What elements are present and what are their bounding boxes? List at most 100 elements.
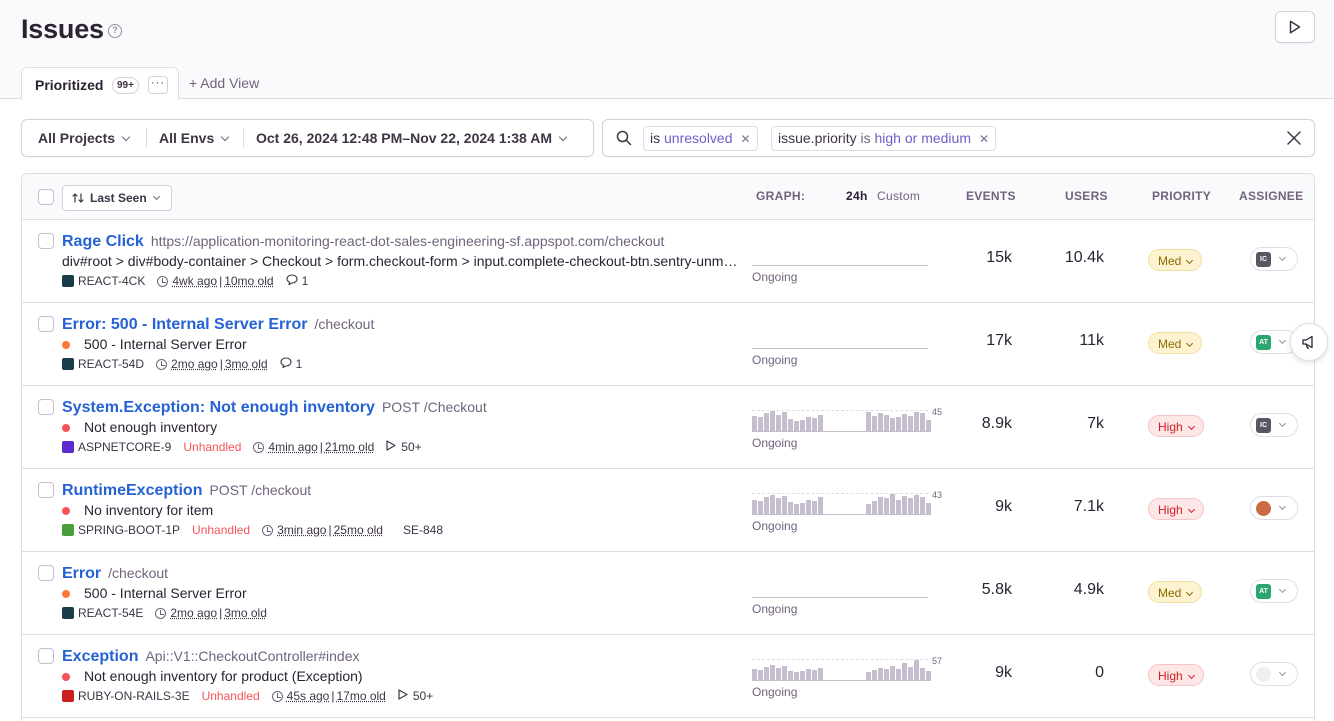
sort-dropdown[interactable]: Last Seen <box>62 185 172 211</box>
issue-title[interactable]: Error: 500 - Internal Server Error/check… <box>62 316 374 334</box>
issue-row[interactable]: System.Exception: Not enough inventory PO… <box>22 386 1314 469</box>
row-checkbox[interactable] <box>38 648 54 664</box>
graph-bar <box>920 668 925 681</box>
event-count[interactable]: 15k <box>952 249 1012 267</box>
first-seen[interactable]: 17mo old <box>336 689 385 703</box>
last-seen[interactable]: 2mo ago <box>170 606 217 620</box>
issue-row[interactable]: Rage Click https://application-monitoring… <box>22 220 1314 303</box>
remove-token-icon[interactable]: ✕ <box>741 132 751 146</box>
row-checkbox[interactable] <box>38 233 54 249</box>
row-checkbox[interactable] <box>38 565 54 581</box>
assignee-selector[interactable]: AT <box>1250 579 1298 603</box>
short-id[interactable]: REACT-54E <box>78 606 143 620</box>
issue-title-text[interactable]: Error <box>62 565 101 582</box>
issue-title-text[interactable]: Exception <box>62 648 138 665</box>
issue-row[interactable]: Error/checkout 500 - Internal Server Erro… <box>22 552 1314 635</box>
play-tour-button[interactable] <box>1275 11 1315 43</box>
issue-title[interactable]: Rage Click https://application-monitoring… <box>62 233 664 251</box>
last-seen[interactable]: 2mo ago <box>171 357 218 371</box>
priority-badge[interactable]: Med <box>1148 332 1202 354</box>
first-seen[interactable]: 10mo old <box>224 274 273 288</box>
issue-row[interactable]: Exception Api::V1::CheckoutController#ind… <box>22 635 1314 718</box>
short-id[interactable]: ASPNETCORE-9 <box>78 440 171 454</box>
environment-filter[interactable]: All Envs <box>159 120 228 156</box>
replay-count[interactable]: 50+ <box>401 440 421 454</box>
assignee-selector[interactable]: IC <box>1250 247 1298 271</box>
period-custom-option[interactable]: Custom <box>877 189 920 203</box>
issue-title-text[interactable]: RuntimeException <box>62 482 202 499</box>
first-seen[interactable]: 3mo old <box>224 606 267 620</box>
graph-bar <box>872 501 877 515</box>
assignee-selector[interactable] <box>1250 496 1298 520</box>
linked-issue[interactable]: SE-848 <box>403 523 443 537</box>
first-seen[interactable]: 25mo old <box>334 523 383 537</box>
comment-count[interactable]: 1 <box>296 357 303 371</box>
issue-row[interactable]: Error: 500 - Internal Server Error/check… <box>22 303 1314 386</box>
last-seen[interactable]: 4min ago <box>268 440 317 454</box>
first-seen[interactable]: 21mo old <box>325 440 374 454</box>
short-id[interactable]: REACT-54D <box>78 357 144 371</box>
user-count[interactable]: 7k <box>1044 415 1104 433</box>
search-token-priority[interactable]: issue.priority is high or medium ✕ <box>771 126 996 151</box>
issue-title-text[interactable]: System.Exception: Not enough inventory <box>62 399 375 416</box>
chevron-down-icon <box>153 193 160 200</box>
short-id[interactable]: RUBY-ON-RAILS-3E <box>78 689 190 703</box>
add-view-button[interactable]: + Add View <box>189 75 259 91</box>
search-input[interactable]: is unresolved ✕ issue.priority is high or… <box>602 119 1315 157</box>
priority-badge[interactable]: Med <box>1148 581 1202 603</box>
token-operator[interactable]: is <box>860 130 870 146</box>
priority-badge[interactable]: High <box>1148 664 1204 686</box>
issue-title-text[interactable]: Error: 500 - Internal Server Error <box>62 316 307 333</box>
row-checkbox[interactable] <box>38 482 54 498</box>
priority-badge[interactable]: High <box>1148 498 1204 520</box>
graph-bar <box>752 669 757 681</box>
first-seen[interactable]: 3mo old <box>225 357 268 371</box>
comment-count[interactable]: 1 <box>302 274 309 288</box>
help-icon[interactable]: ? <box>108 24 122 38</box>
user-count[interactable]: 4.9k <box>1044 581 1104 599</box>
graph-bar <box>806 669 811 681</box>
last-seen[interactable]: 45s ago <box>287 689 330 703</box>
graph-max-label: 57 <box>932 656 942 666</box>
issue-title[interactable]: Exception Api::V1::CheckoutController#ind… <box>62 648 359 666</box>
project-filter[interactable]: All Projects <box>38 120 129 156</box>
issue-title[interactable]: Error/checkout <box>62 565 168 583</box>
select-all-checkbox[interactable] <box>38 189 54 205</box>
issue-graph <box>752 410 930 432</box>
issue-graph <box>752 327 930 349</box>
user-count[interactable]: 11k <box>1044 332 1104 350</box>
issue-title[interactable]: RuntimeException POST /checkout <box>62 482 311 500</box>
remove-token-icon[interactable]: ✕ <box>979 132 989 146</box>
row-checkbox[interactable] <box>38 316 54 332</box>
row-checkbox[interactable] <box>38 399 54 415</box>
tab-more-button[interactable]: ··· <box>148 76 168 94</box>
token-value[interactable]: unresolved <box>664 130 733 146</box>
feedback-button[interactable] <box>1290 323 1328 361</box>
replay-count[interactable]: 50+ <box>413 689 433 703</box>
assignee-selector[interactable]: IC <box>1250 413 1298 437</box>
short-id[interactable]: REACT-4CK <box>78 274 145 288</box>
user-count[interactable]: 10.4k <box>1044 249 1104 267</box>
issue-title-text[interactable]: Rage Click <box>62 233 144 250</box>
date-range-filter[interactable]: Oct 26, 2024 12:48 PM–Nov 22, 2024 1:38 … <box>256 120 566 156</box>
issue-row[interactable]: RuntimeException POST /checkout No invento… <box>22 469 1314 552</box>
search-token-is[interactable]: is unresolved ✕ <box>643 126 758 151</box>
short-id[interactable]: SPRING-BOOT-1P <box>78 523 180 537</box>
event-count[interactable]: 8.9k <box>952 415 1012 433</box>
period-24h-option[interactable]: 24h <box>846 189 868 203</box>
clear-search-icon[interactable] <box>1287 131 1301 145</box>
last-seen[interactable]: 3min ago <box>277 523 326 537</box>
issue-title[interactable]: System.Exception: Not enough inventory PO… <box>62 399 487 417</box>
event-count[interactable]: 5.8k <box>952 581 1012 599</box>
user-count[interactable]: 7.1k <box>1044 498 1104 516</box>
event-count[interactable]: 17k <box>952 332 1012 350</box>
token-value[interactable]: high or medium <box>875 130 972 146</box>
assignee-selector[interactable] <box>1250 662 1298 686</box>
user-count[interactable]: 0 <box>1044 664 1104 682</box>
tab-prioritized[interactable]: Prioritized 99+ ··· <box>21 67 179 100</box>
event-count[interactable]: 9k <box>952 498 1012 516</box>
event-count[interactable]: 9k <box>952 664 1012 682</box>
priority-badge[interactable]: High <box>1148 415 1204 437</box>
priority-badge[interactable]: Med <box>1148 249 1202 271</box>
last-seen[interactable]: 4wk ago <box>172 274 217 288</box>
